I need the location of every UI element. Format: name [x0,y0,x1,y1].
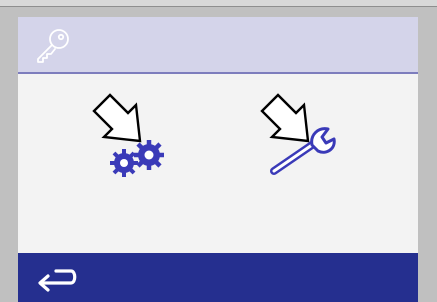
key-icon [37,29,69,63]
gears-icon [110,140,164,177]
top-divider [0,0,437,7]
footer-bar [18,253,418,302]
back-button[interactable] [26,259,86,299]
menu-content [18,74,418,253]
settings-button[interactable] [86,83,186,183]
arrow-down-icon [92,93,142,143]
service-button[interactable] [260,83,360,183]
back-arrow-icon [38,269,77,292]
device-screen [18,17,418,302]
arrow-down-icon [260,93,310,143]
header-bar [18,17,418,74]
